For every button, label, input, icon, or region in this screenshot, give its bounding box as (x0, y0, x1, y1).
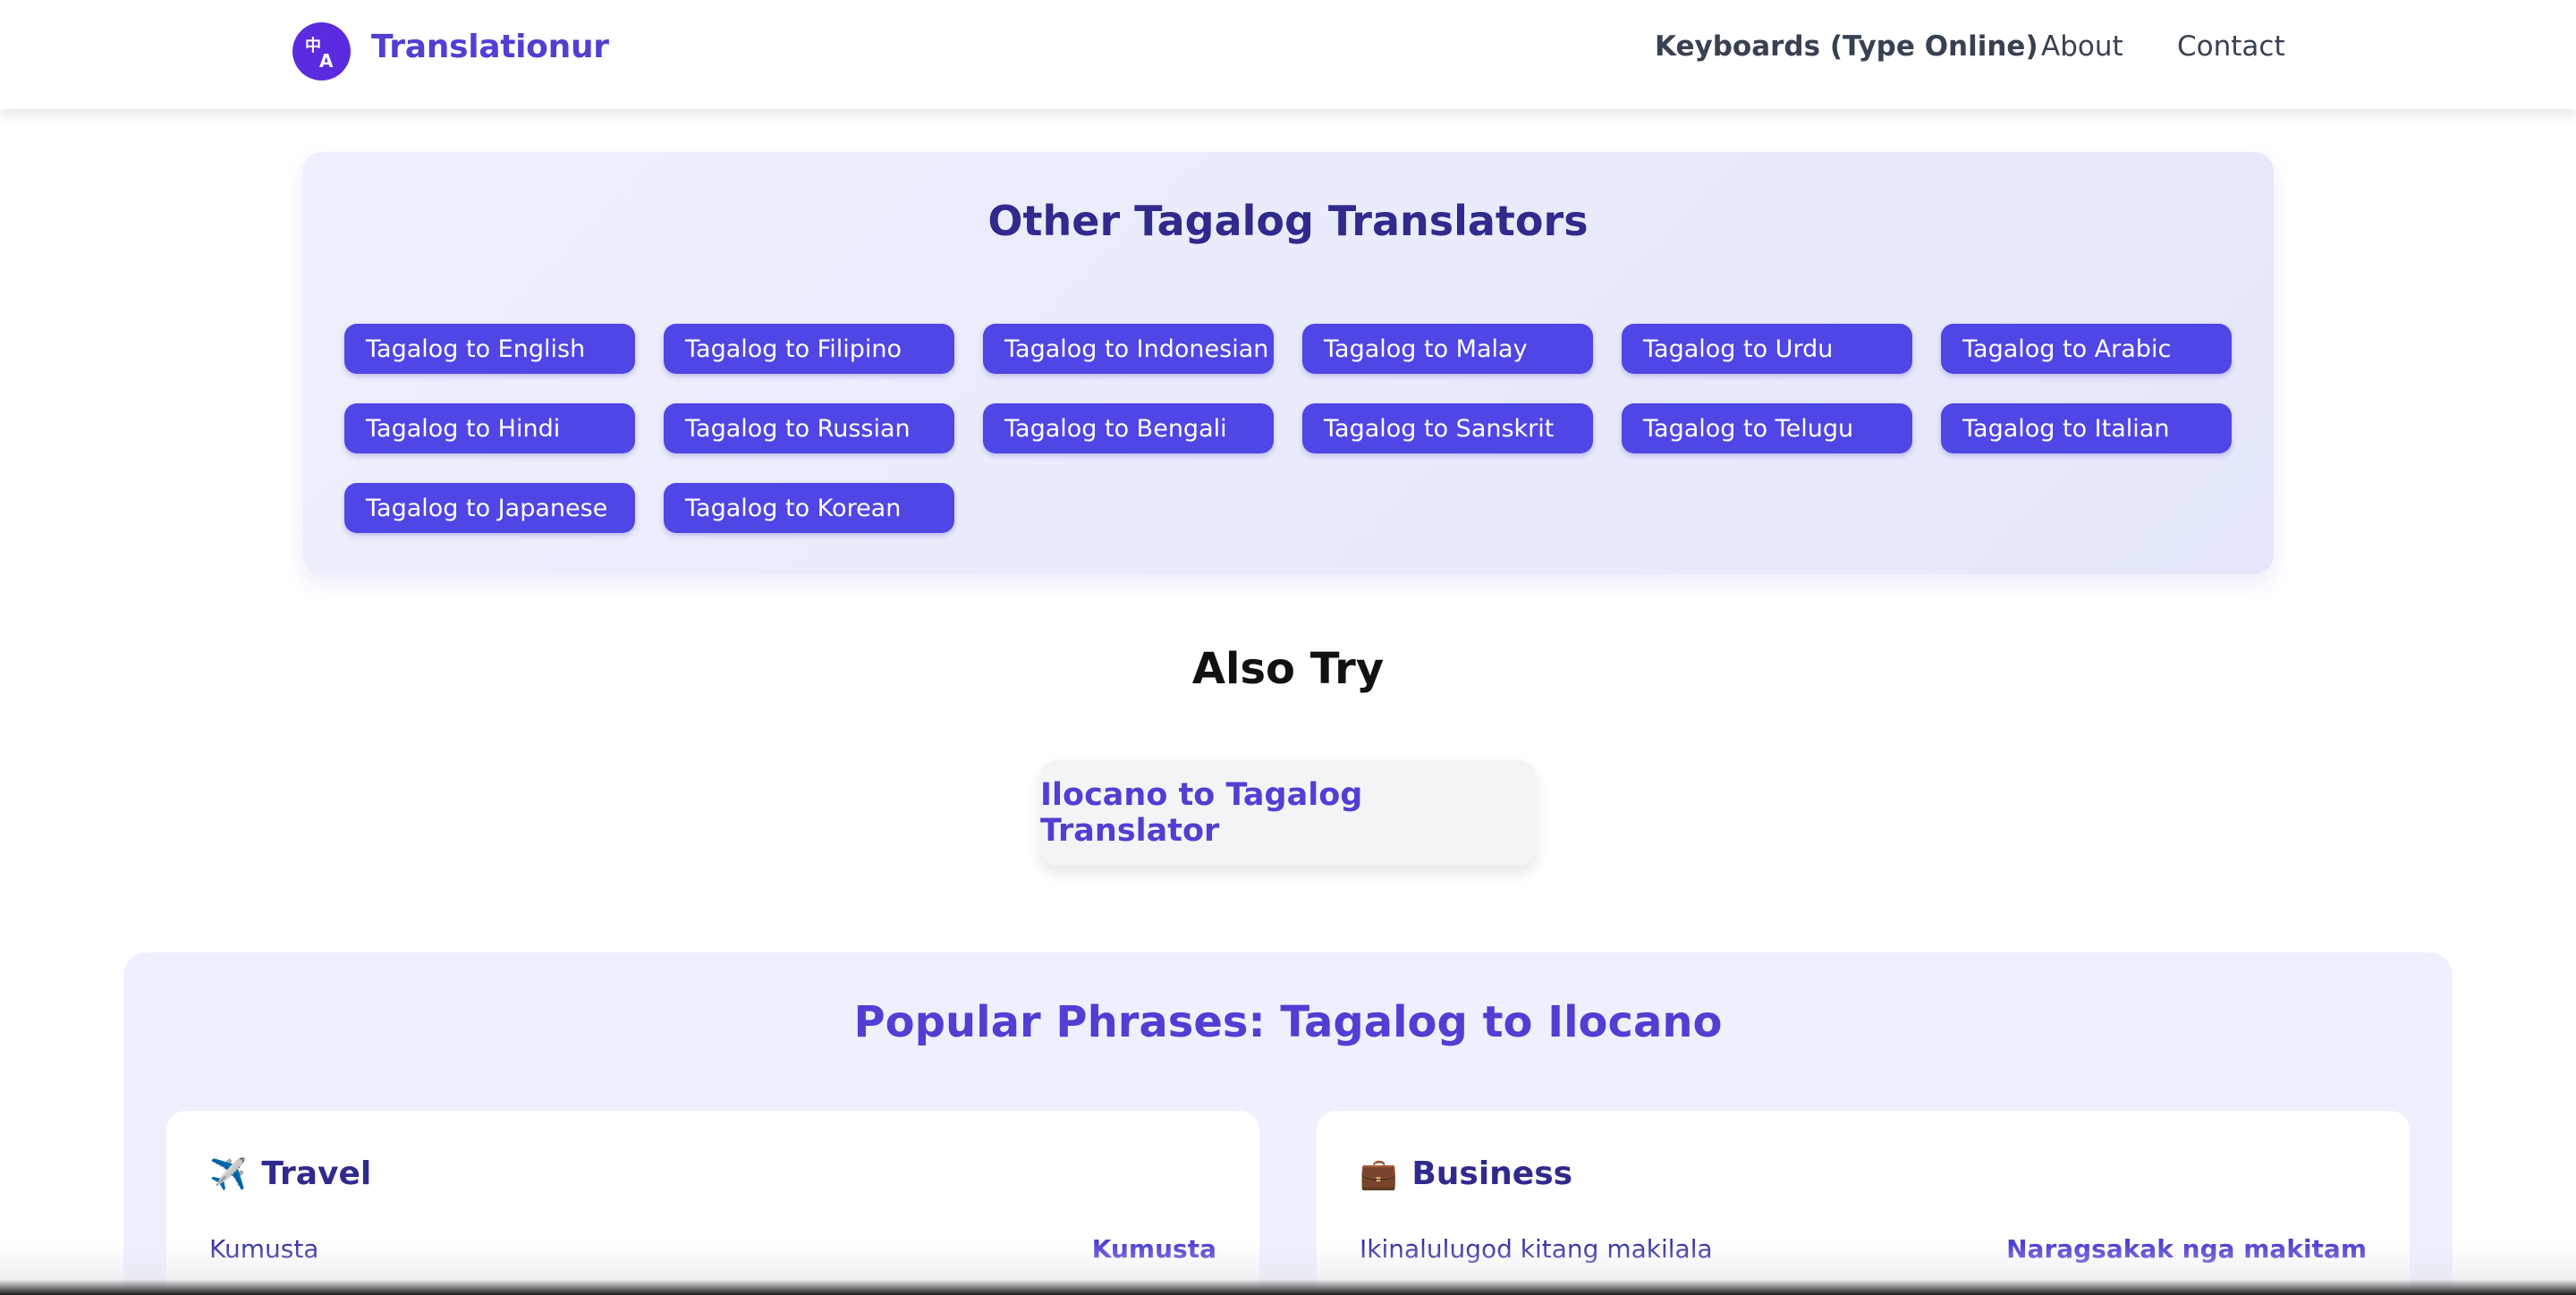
other-translators-title: Other Tagalog Translators (987, 197, 1589, 245)
translator-link-english[interactable]: Tagalog to English (344, 324, 635, 374)
briefcase-icon: 💼 (1360, 1155, 1398, 1192)
phrase-card-title: Travel (261, 1155, 372, 1192)
phrase-card-header: 💼 Business (1360, 1155, 1572, 1192)
translator-link-hindi[interactable]: Tagalog to Hindi (344, 403, 635, 453)
phrase-card-title: Business (1411, 1155, 1573, 1192)
translator-links: Tagalog to English Tagalog to Filipino T… (344, 324, 2232, 533)
nav-keyboards[interactable]: Keyboards (Type Online) (1655, 30, 2038, 63)
logo-glyph-latin: A (319, 50, 334, 71)
translator-link-russian[interactable]: Tagalog to Russian (664, 403, 954, 453)
translator-link-filipino[interactable]: Tagalog to Filipino (664, 324, 954, 374)
translator-link-italian[interactable]: Tagalog to Italian (1941, 403, 2232, 453)
phrase-card-header: ✈️ Travel (209, 1155, 371, 1192)
ilocano-to-tagalog-link[interactable]: Ilocano to Tagalog Translator (1040, 760, 1536, 866)
translator-link-sanskrit[interactable]: Tagalog to Sanskrit (1302, 403, 1593, 453)
airplane-icon: ✈️ (209, 1155, 248, 1192)
translator-link-arabic[interactable]: Tagalog to Arabic (1941, 324, 2232, 374)
translator-link-urdu[interactable]: Tagalog to Urdu (1622, 324, 1912, 374)
translator-link-telugu[interactable]: Tagalog to Telugu (1622, 403, 1912, 453)
translator-link-indonesian[interactable]: Tagalog to Indonesian (983, 324, 1274, 374)
nav-contact[interactable]: Contact (2177, 30, 2285, 63)
translator-link-malay[interactable]: Tagalog to Malay (1302, 324, 1593, 374)
translator-link-bengali[interactable]: Tagalog to Bengali (983, 403, 1274, 453)
translator-link-japanese[interactable]: Tagalog to Japanese (344, 483, 635, 533)
popular-phrases-title: Popular Phrases: Tagalog to Ilocano (853, 997, 1723, 1047)
nav-about[interactable]: About (2041, 30, 2123, 63)
window-bottom-edge (0, 1243, 2576, 1295)
translate-icon[interactable]: 中 A (292, 22, 351, 80)
brand-name[interactable]: Translationur (371, 29, 609, 65)
also-try-title: Also Try (1191, 644, 1385, 694)
translator-link-korean[interactable]: Tagalog to Korean (664, 483, 954, 533)
other-translators-panel: Other Tagalog Translators Tagalog to Eng… (302, 152, 2274, 574)
site-header: 中 A Translationur Keyboards (Type Online… (0, 0, 2576, 109)
